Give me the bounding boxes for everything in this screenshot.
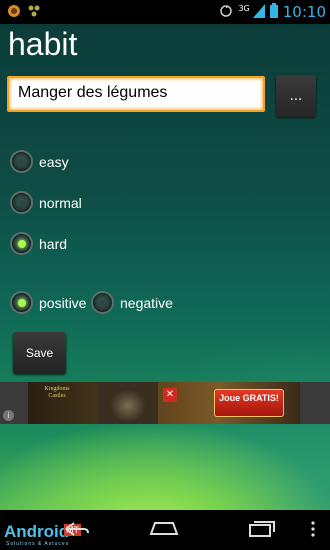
radio-button-negative[interactable] xyxy=(91,291,114,314)
ad-flag-icon: ✕ xyxy=(163,388,177,402)
back-icon[interactable] xyxy=(64,520,90,542)
menu-icon[interactable] xyxy=(310,520,316,542)
radio-label-positive: positive xyxy=(39,294,87,311)
page-title: habit xyxy=(8,26,78,62)
home-icon[interactable] xyxy=(149,520,179,542)
signal-icon xyxy=(252,3,265,22)
clock: 10:10 xyxy=(282,3,326,21)
radio-button-normal[interactable] xyxy=(10,191,33,214)
radio-positive[interactable]: positive xyxy=(10,291,86,314)
ad-character-image xyxy=(98,382,158,424)
sync-icon xyxy=(219,3,233,22)
network-type: 3G xyxy=(238,3,250,13)
radio-normal[interactable]: normal xyxy=(10,191,82,214)
habit-name-input[interactable]: Manger des légumes xyxy=(7,76,265,112)
watermark-logo: Android xyxy=(4,522,70,541)
ad-strip: i Kingdoms Castles ✕ Joue GRATIS! xyxy=(0,382,330,424)
ad-logo: Kingdoms Castles xyxy=(44,386,70,399)
radio-button-easy[interactable] xyxy=(10,150,33,173)
ad-banner[interactable]: Kingdoms Castles ✕ Joue GRATIS! xyxy=(28,382,300,424)
app-notification-icon xyxy=(7,3,21,22)
navigation-bar: Android MT Solutions & Astuces xyxy=(0,510,330,550)
bug-notification-icon xyxy=(27,3,41,22)
browse-button[interactable]: ... xyxy=(276,75,316,117)
radio-label-negative: negative xyxy=(120,294,173,311)
radio-hard[interactable]: hard xyxy=(10,232,67,255)
radio-label-hard: hard xyxy=(39,235,68,252)
battery-icon xyxy=(269,2,278,22)
info-icon[interactable]: i xyxy=(3,410,14,421)
radio-label-easy: easy xyxy=(39,153,69,170)
status-bar: 3G 10:10 xyxy=(0,0,330,24)
radio-easy[interactable]: easy xyxy=(10,150,69,173)
recent-apps-icon[interactable] xyxy=(248,520,276,542)
radio-button-hard[interactable] xyxy=(10,232,33,255)
save-button[interactable]: Save xyxy=(13,332,66,374)
radio-negative[interactable]: negative xyxy=(91,291,173,314)
radio-button-positive[interactable] xyxy=(10,291,33,314)
radio-label-normal: normal xyxy=(39,194,82,211)
watermark-subtitle: Solutions & Astuces xyxy=(6,541,70,547)
ad-cta-button[interactable]: Joue GRATIS! xyxy=(214,389,284,417)
